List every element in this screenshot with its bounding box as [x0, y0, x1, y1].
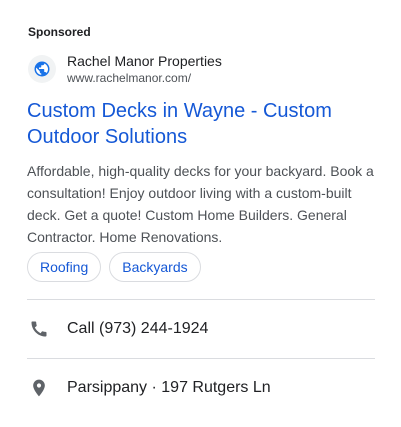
sitelink-roofing[interactable]: Roofing — [27, 252, 102, 282]
advertiser-name: Rachel Manor Properties — [67, 53, 222, 69]
ad-headline-link[interactable]: Custom Decks in Wayne - Custom Outdoor S… — [27, 98, 377, 150]
sitelink-chips: Roofing Backyards — [27, 252, 201, 282]
advertiser-block[interactable]: Rachel Manor Properties www.rachelmanor.… — [28, 52, 222, 86]
sponsored-label: Sponsored — [28, 25, 91, 39]
sponsored-ad-card: Sponsored Rachel Manor Properties www.ra… — [0, 0, 401, 427]
location-pin-icon — [27, 376, 51, 400]
ad-description: Affordable, high-quality decks for your … — [27, 163, 374, 245]
sitelink-backyards[interactable]: Backyards — [109, 252, 201, 282]
location-row[interactable]: Parsippany · 197 Rutgers Ln — [27, 359, 375, 417]
phone-icon — [27, 317, 51, 341]
advertiser-url: www.rachelmanor.com/ — [67, 71, 192, 85]
call-label: Call (973) 244-1924 — [67, 320, 209, 337]
call-row[interactable]: Call (973) 244-1924 — [27, 300, 375, 358]
location-label: Parsippany · 197 Rutgers Ln — [67, 379, 271, 396]
globe-icon — [28, 55, 56, 83]
